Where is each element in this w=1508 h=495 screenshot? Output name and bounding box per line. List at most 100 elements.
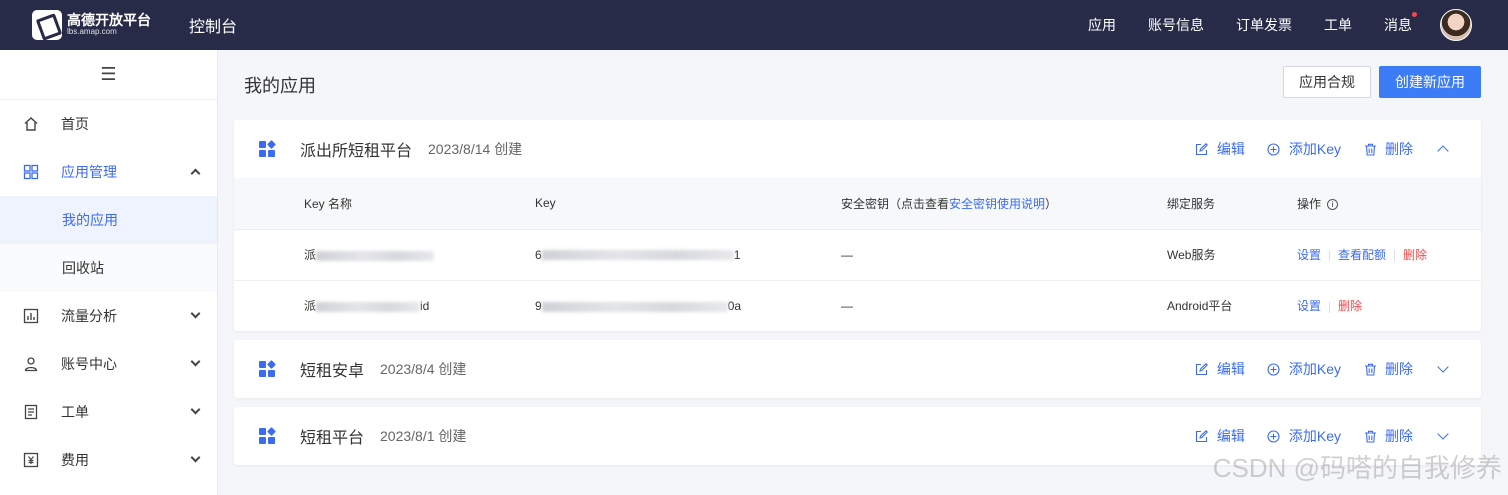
info-icon[interactable]: i	[1327, 199, 1339, 211]
secret-cell: —	[841, 228, 1167, 280]
sidebar-item-label: 首页	[61, 116, 89, 132]
sidebar-item-app-management[interactable]: 应用管理	[0, 148, 217, 196]
edit-icon	[1195, 429, 1209, 443]
top-navbar: 高德开放平台 lbs.amap.com 控制台 应用 账号信息 订单发票 工单 …	[0, 0, 1508, 50]
sidebar-subitem-my-apps[interactable]: 我的应用	[0, 196, 217, 244]
edit-app-button[interactable]: 编辑	[1195, 139, 1245, 159]
delete-app-button[interactable]: 删除	[1363, 359, 1413, 379]
view-quota-link[interactable]: 查看配额	[1338, 248, 1386, 262]
sidebar: ☰ 首页 应用管理 我的应用 回收站 流量分析 账号中心 工单 费用	[0, 50, 218, 495]
billing-icon	[22, 451, 40, 469]
grid-icon	[22, 163, 40, 181]
app-compliance-button[interactable]: 应用合规	[1283, 66, 1371, 98]
delete-key-link[interactable]: 删除	[1338, 299, 1362, 313]
key-value-cell: 61	[535, 228, 841, 280]
app-icon	[259, 140, 276, 157]
app-name: 派出所短租平台	[300, 143, 413, 160]
chevron-down-icon	[190, 452, 201, 463]
logo-icon	[32, 10, 62, 40]
chevron-down-icon[interactable]	[1437, 428, 1449, 440]
edit-app-button[interactable]: 编辑	[1195, 426, 1245, 446]
key-settings-link[interactable]: 设置	[1297, 248, 1321, 262]
nav-tickets[interactable]: 工单	[1324, 15, 1352, 35]
key-settings-link[interactable]: 设置	[1297, 299, 1321, 313]
chevron-up-icon	[190, 168, 201, 179]
col-ops: 操作 i	[1297, 178, 1481, 229]
nav-messages[interactable]: 消息	[1384, 12, 1417, 35]
app-card-header: 派出所短租平台 2023/8/14 创建 编辑 添加Key 删除	[234, 120, 1481, 178]
col-key: Key	[535, 178, 841, 229]
add-key-button[interactable]: 添加Key	[1267, 139, 1341, 159]
user-avatar[interactable]	[1440, 9, 1472, 41]
ops-cell: 设置 查看配额 删除	[1297, 228, 1481, 280]
app-created-date: 2023/8/14 创建	[428, 141, 523, 157]
watermark: CSDN @码嗒的自我修养	[1212, 453, 1502, 483]
sidebar-item-tickets[interactable]: 工单	[0, 388, 217, 436]
nav-account-info[interactable]: 账号信息	[1148, 15, 1204, 35]
redacted-text	[316, 250, 435, 261]
add-key-button[interactable]: 添加Key	[1267, 359, 1341, 379]
col-key-name: Key 名称	[234, 178, 535, 229]
table-row: 派 id 9 0a — Android平台 设置 删除	[234, 279, 1481, 331]
chevron-down-icon	[190, 356, 201, 367]
page-title: 我的应用	[244, 76, 316, 96]
nav-apps[interactable]: 应用	[1088, 15, 1116, 35]
user-icon	[22, 355, 40, 373]
sidebar-item-traffic-analysis[interactable]: 流量分析	[0, 292, 217, 340]
app-created-date: 2023/8/4 创建	[380, 361, 467, 377]
amap-logo[interactable]: 高德开放平台 lbs.amap.com	[32, 10, 172, 40]
chart-icon	[22, 307, 40, 325]
sidebar-item-label: 工单	[61, 404, 89, 420]
chevron-down-icon	[190, 308, 201, 319]
logo-domain: lbs.amap.com	[67, 27, 117, 37]
redacted-key	[541, 250, 734, 261]
add-key-button[interactable]: 添加Key	[1267, 426, 1341, 446]
trash-icon	[1363, 142, 1377, 156]
sidebar-subitem-recycle-bin[interactable]: 回收站	[0, 244, 217, 292]
plus-circle-icon	[1267, 429, 1281, 443]
app-card: 短租安卓 2023/8/4 创建 编辑 添加Key 删除	[234, 340, 1481, 398]
delete-app-button[interactable]: 删除	[1363, 426, 1413, 446]
app-card: 派出所短租平台 2023/8/14 创建 编辑 添加Key 删除 Key 名称 …	[234, 120, 1481, 331]
home-icon	[22, 115, 40, 133]
sidebar-item-label: 流量分析	[61, 308, 117, 324]
chevron-down-icon[interactable]	[1437, 361, 1449, 373]
edit-app-button[interactable]: 编辑	[1195, 359, 1245, 379]
edit-icon	[1195, 362, 1209, 376]
service-cell: Android平台	[1167, 279, 1297, 331]
key-table: Key 名称 Key 安全密钥（点击查看安全密钥使用说明） 绑定服务 操作 i 派	[234, 178, 1481, 331]
col-secret: 安全密钥（点击查看安全密钥使用说明）	[841, 178, 1167, 229]
app-name: 短租平台	[300, 430, 365, 447]
app-icon	[259, 360, 276, 377]
sidebar-item-account-center[interactable]: 账号中心	[0, 340, 217, 388]
key-name-cell: 派 id	[234, 279, 535, 331]
delete-app-button[interactable]: 删除	[1363, 139, 1413, 159]
secret-doc-link[interactable]: 安全密钥使用说明	[949, 197, 1045, 211]
logo-name: 高德开放平台	[67, 11, 151, 28]
key-value-cell: 9 0a	[535, 279, 841, 331]
delete-key-link[interactable]: 删除	[1403, 248, 1427, 262]
edit-icon	[1195, 142, 1209, 156]
main-content: 我的应用 应用合规 创建新应用 派出所短租平台 2023/8/14 创建 编辑 …	[219, 50, 1508, 495]
col-service: 绑定服务	[1167, 178, 1297, 229]
ops-cell: 设置 删除	[1297, 279, 1481, 331]
app-icon	[259, 427, 276, 444]
sidebar-item-label: 费用	[61, 452, 89, 468]
console-title[interactable]: 控制台	[189, 13, 237, 37]
chevron-up-icon[interactable]	[1437, 145, 1449, 157]
sidebar-item-home[interactable]: 首页	[0, 100, 217, 148]
sidebar-item-label: 账号中心	[61, 356, 117, 372]
menu-toggle-icon[interactable]: ☰	[0, 50, 217, 100]
create-app-button[interactable]: 创建新应用	[1379, 66, 1481, 98]
trash-icon	[1363, 429, 1377, 443]
key-name-cell: 派	[234, 228, 535, 280]
service-cell: Web服务	[1167, 228, 1297, 280]
redacted-text	[316, 302, 421, 313]
sidebar-item-label: 应用管理	[61, 164, 117, 180]
nav-orders-invoices[interactable]: 订单发票	[1236, 15, 1292, 35]
plus-circle-icon	[1267, 142, 1281, 156]
secret-cell: —	[841, 279, 1167, 331]
app-created-date: 2023/8/1 创建	[380, 428, 467, 444]
key-table-header: Key 名称 Key 安全密钥（点击查看安全密钥使用说明） 绑定服务 操作 i	[234, 178, 1481, 229]
sidebar-item-billing[interactable]: 费用	[0, 436, 217, 484]
